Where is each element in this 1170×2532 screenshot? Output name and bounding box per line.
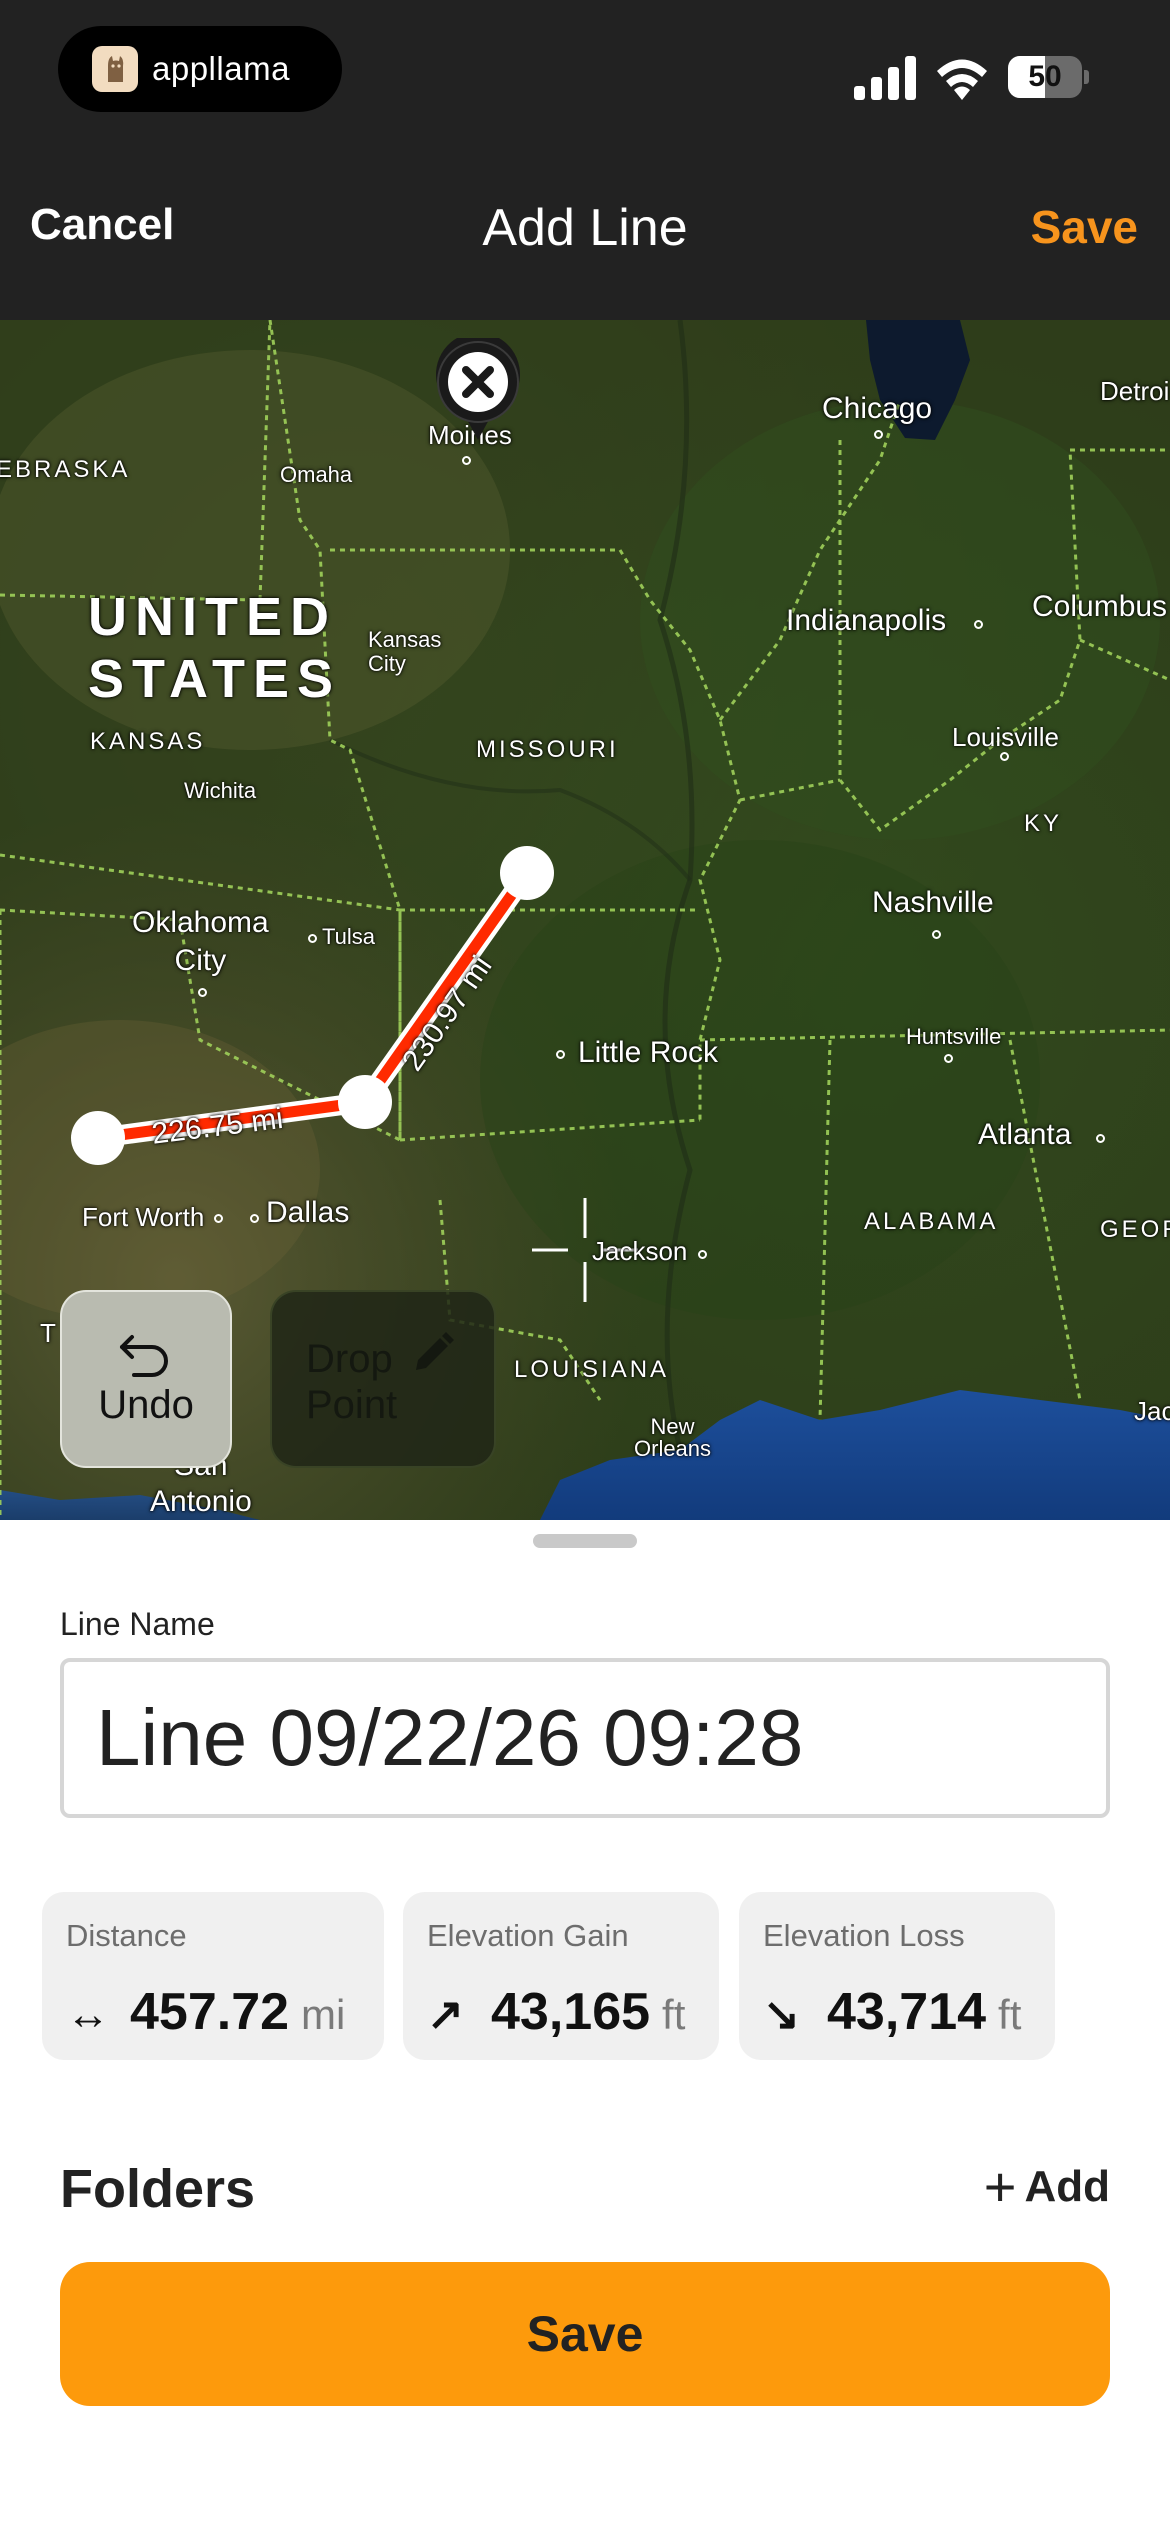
map-label-georgia: GEOR: [1100, 1216, 1170, 1243]
map-label-missouri: MISSOURI: [476, 736, 619, 763]
map-label-texas-t: T: [40, 1318, 56, 1348]
stat-elevation-loss: Elevation Loss ↘ 43,714 ft: [739, 1892, 1055, 2060]
map-label-alabama: ALABAMA: [864, 1208, 999, 1235]
map-label-atlanta: Atlanta: [978, 1118, 1072, 1151]
map-label-nashville: Nashville: [872, 886, 994, 919]
map-label-dallas: Dallas: [266, 1196, 350, 1229]
map-label-jacksonville: Jac: [1134, 1396, 1170, 1426]
drop-point-label: Drop Point: [306, 1337, 398, 1427]
map-label-oklahoma-city: Oklahoma City: [132, 906, 269, 977]
stat-title: Elevation Gain: [427, 1918, 629, 1953]
page-title: Add Line: [482, 199, 688, 257]
stat-value: 43,165: [491, 1983, 651, 2041]
undo-label: Undo: [98, 1382, 194, 1427]
map-label-chicago: Chicago: [822, 392, 933, 425]
map-label-kansas: KANSAS: [90, 728, 206, 755]
map-label-nebraska: EBRASKA: [0, 456, 131, 483]
bottom-sheet: Line Name Distance ↔ 457.72 mi Elevation…: [0, 1520, 1170, 2532]
map-label-fort-worth: Fort Worth: [82, 1202, 205, 1232]
map-label-tulsa: Tulsa: [322, 924, 375, 949]
map-label-louisville: Louisville: [952, 722, 1059, 752]
close-pin-icon[interactable]: [434, 338, 522, 442]
app-badge: appllama: [58, 26, 342, 112]
save-button[interactable]: Save: [60, 2262, 1110, 2406]
map-label-huntsville: Huntsville: [906, 1024, 1002, 1049]
stat-elevation-gain: Elevation Gain ↗ 43,165 ft: [403, 1892, 719, 2060]
folders-title: Folders: [60, 2159, 256, 2219]
map-label-columbus: Columbus: [1032, 590, 1168, 623]
add-folder-button[interactable]: + Add: [983, 2155, 1110, 2218]
arrow-down-right-icon: ↘: [763, 1990, 800, 2039]
stat-unit: mi: [301, 1991, 346, 2038]
line-name-input[interactable]: [60, 1658, 1110, 1818]
map-view[interactable]: EBRASKA Omaha Moines Chicago Detroi UNIT…: [0, 320, 1170, 1520]
app-brand: appllama: [152, 50, 290, 87]
plus-icon: +: [983, 2155, 1017, 2218]
stat-unit: ft: [998, 1991, 1022, 2038]
map-label-little-rock: Little Rock: [578, 1036, 719, 1069]
map-label-detroit: Detroi: [1100, 376, 1170, 406]
map-label-indianapolis: Indianapolis: [786, 604, 947, 637]
arrow-up-right-icon: ↗: [427, 1990, 464, 2039]
sheet-grabber[interactable]: [533, 1534, 637, 1548]
line-name-label: Line Name: [60, 1606, 215, 1642]
battery-level: 50: [1028, 60, 1062, 93]
add-folder-label: Add: [1024, 2162, 1110, 2211]
horizontal-arrows-icon: ↔: [66, 1990, 110, 2039]
cellular-signal-icon: [854, 56, 916, 100]
map-label-omaha: Omaha: [280, 462, 353, 487]
map-label-ky: KY: [1024, 810, 1063, 837]
map-label-wichita: Wichita: [184, 778, 257, 803]
undo-arrow-icon: [120, 1334, 168, 1377]
stat-value: 43,714: [827, 1983, 987, 2041]
map-label-jackson: Jackson: [592, 1236, 688, 1266]
nav-bar: Cancel Add Line Save: [0, 140, 1170, 320]
stat-unit: ft: [662, 1991, 686, 2038]
map-label-kansas-city: Kansas City: [368, 627, 442, 676]
stat-title: Elevation Loss: [763, 1918, 965, 1953]
stat-distance: Distance ↔ 457.72 mi: [42, 1892, 384, 2060]
pencil-icon: [416, 1332, 454, 1370]
save-header-button[interactable]: Save: [1031, 200, 1138, 254]
stat-title: Distance: [66, 1918, 187, 1953]
map-label-louisiana: LOUISIANA: [514, 1356, 670, 1383]
undo-button[interactable]: Undo: [60, 1290, 232, 1468]
llama-icon: [92, 46, 138, 92]
wifi-icon: [937, 59, 987, 100]
battery-indicator: 50: [1008, 56, 1089, 98]
map-label-united-states: UNITED STATES: [88, 587, 342, 709]
status-bar: appllama 50: [0, 0, 1170, 140]
map-label-new-orleans: New Orleans: [634, 1414, 712, 1461]
stat-value: 457.72: [130, 1983, 290, 2041]
drop-point-button[interactable]: Drop Point: [270, 1290, 496, 1468]
